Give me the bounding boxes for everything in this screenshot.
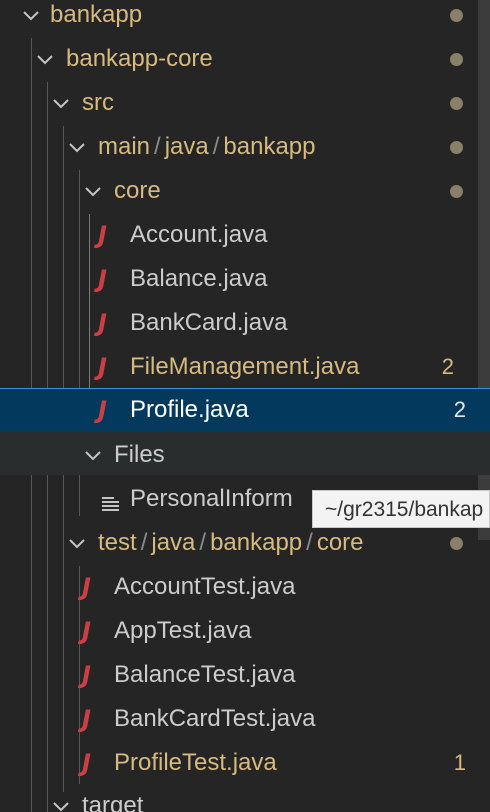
- java-file-icon: J: [98, 309, 107, 337]
- file-profiletest-java[interactable]: J ProfileTest.java 1: [0, 741, 478, 785]
- file-filemanagement-java[interactable]: J FileManagement.java 2: [0, 345, 478, 389]
- problem-count-badge: 1: [453, 750, 466, 775]
- file-label: PersonalInform: [130, 485, 293, 512]
- modified-dot: [450, 53, 463, 66]
- file-label: ProfileTest.java: [114, 749, 277, 776]
- folder-bankapp[interactable]: bankapp: [0, 0, 478, 37]
- file-bankcard-java[interactable]: J BankCard.java: [0, 301, 478, 345]
- file-label: FileManagement.java: [130, 353, 360, 380]
- path-separator: /: [154, 133, 161, 160]
- folder-bankapp-core[interactable]: bankapp-core: [0, 37, 478, 81]
- file-label: Account.java: [130, 221, 268, 248]
- modified-dot: [450, 185, 463, 198]
- file-balancetest-java[interactable]: J BalanceTest.java: [0, 653, 478, 697]
- file-apptest-java[interactable]: J AppTest.java: [0, 609, 478, 653]
- modified-dot: [450, 9, 463, 22]
- java-file-icon: J: [82, 617, 91, 645]
- file-label: AccountTest.java: [114, 573, 296, 600]
- problem-count-badge: 2: [441, 354, 454, 379]
- java-file-icon: J: [82, 573, 91, 601]
- folder-label: bankapp: [50, 1, 143, 28]
- folder-src[interactable]: src: [0, 81, 478, 125]
- folder-label: bankapp-core: [66, 45, 213, 72]
- text-file-icon: [102, 491, 120, 511]
- java-file-icon: J: [98, 265, 107, 293]
- file-bankcardtest-java[interactable]: J BankCardTest.java: [0, 697, 478, 741]
- path-segment[interactable]: java: [151, 529, 195, 556]
- chevron-down-icon: [82, 444, 104, 466]
- file-accounttest-java[interactable]: J AccountTest.java: [0, 565, 478, 609]
- folder-label: core: [114, 177, 161, 204]
- file-label: BalanceTest.java: [114, 661, 296, 688]
- modified-dot: [450, 97, 463, 110]
- chevron-down-icon: [50, 92, 72, 114]
- chevron-down-icon: [66, 136, 88, 158]
- java-file-icon: J: [98, 221, 107, 249]
- path-tooltip: ~/gr2315/bankap: [312, 490, 490, 528]
- file-label: Balance.java: [130, 265, 268, 292]
- folder-main-java-bankapp[interactable]: main / java / bankapp: [0, 125, 478, 169]
- modified-dot: [450, 141, 463, 154]
- path-segment[interactable]: main: [98, 133, 150, 160]
- folder-target[interactable]: target: [0, 784, 478, 812]
- chevron-down-icon: [66, 532, 88, 554]
- folder-label: src: [82, 89, 114, 116]
- path-separator: /: [199, 529, 207, 556]
- java-file-icon: J: [82, 661, 91, 689]
- path-separator: /: [212, 133, 220, 160]
- path-segment[interactable]: core: [317, 529, 364, 556]
- path-separator: /: [306, 529, 313, 556]
- file-balance-java[interactable]: J Balance.java: [0, 257, 478, 301]
- folder-files[interactable]: Files: [0, 433, 478, 477]
- java-file-icon: J: [82, 705, 91, 733]
- chevron-down-icon: [34, 48, 56, 70]
- java-file-icon: J: [82, 749, 91, 777]
- path-segment[interactable]: test: [98, 529, 137, 556]
- path-segment[interactable]: bankapp: [223, 133, 315, 160]
- folder-core[interactable]: core: [0, 169, 478, 213]
- folder-label: Files: [114, 441, 165, 468]
- path-segment[interactable]: java: [165, 133, 209, 160]
- file-label: Profile.java: [130, 396, 249, 423]
- file-profile-java[interactable]: J Profile.java 2: [0, 388, 490, 432]
- file-label: BankCard.java: [130, 309, 288, 336]
- file-account-java[interactable]: J Account.java: [0, 213, 478, 257]
- path-separator: /: [140, 529, 148, 556]
- java-file-icon: J: [98, 396, 107, 424]
- chevron-down-icon: [82, 180, 104, 202]
- java-file-icon: J: [98, 353, 107, 381]
- file-explorer-tree: bankapp bankapp-core src main / java / banka…: [0, 0, 490, 812]
- folder-label: target: [82, 792, 144, 812]
- file-label: BankCardTest.java: [114, 705, 316, 732]
- chevron-down-icon: [20, 4, 42, 26]
- modified-dot: [450, 537, 463, 550]
- chevron-down-icon: [50, 795, 72, 812]
- path-segment[interactable]: bankapp: [210, 529, 302, 556]
- compact-folder-path: main / java / bankapp: [98, 125, 316, 169]
- problem-count-badge: 2: [453, 397, 466, 422]
- file-label: AppTest.java: [114, 617, 252, 644]
